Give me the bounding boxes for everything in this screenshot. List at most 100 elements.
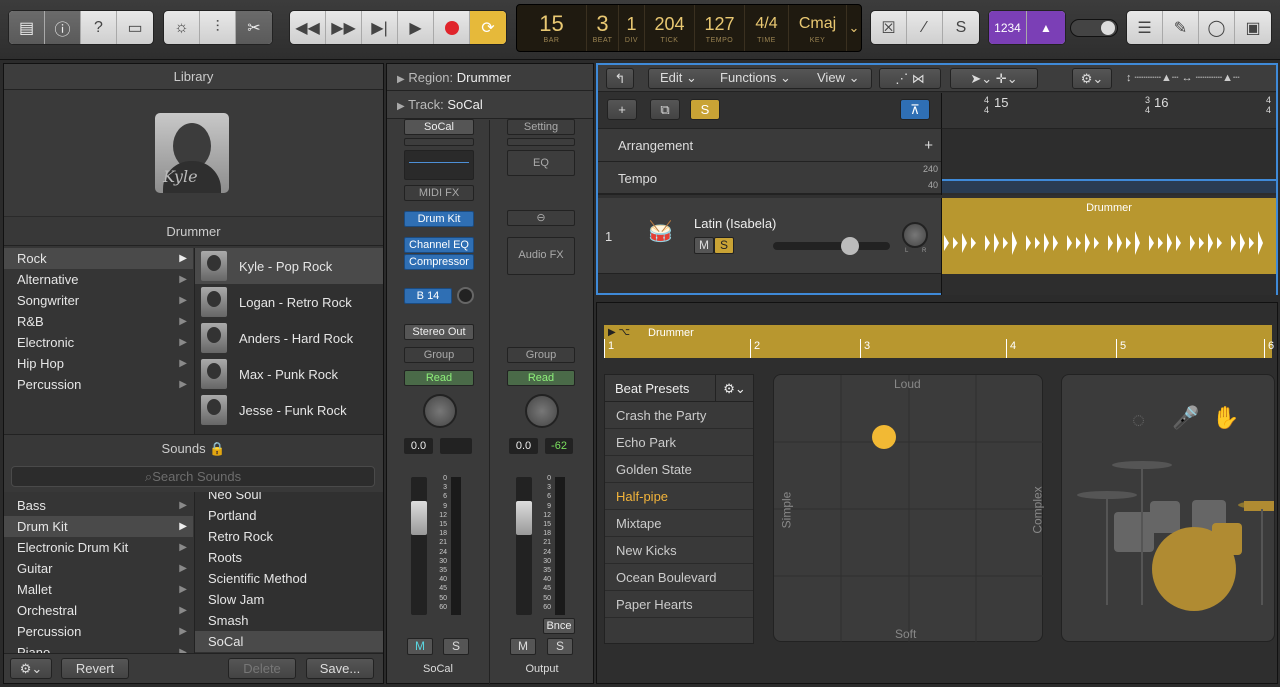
cycle-icon[interactable]: ⟳ bbox=[470, 11, 506, 44]
output-solo-button[interactable]: S bbox=[547, 638, 573, 655]
arrangement-track[interactable]: Arrangement + bbox=[598, 129, 941, 162]
add-track-button[interactable]: + bbox=[607, 99, 637, 120]
region-inspector-header[interactable]: ▶ Region: Drummer bbox=[387, 64, 593, 91]
note-pad-icon[interactable]: ✎ bbox=[1163, 11, 1199, 44]
track-solo-button[interactable]: S bbox=[714, 237, 734, 254]
group-slot[interactable]: Group bbox=[404, 347, 474, 363]
instrument-slot[interactable]: Drum Kit bbox=[404, 211, 474, 227]
drummer-item[interactable]: Anders - Hard Rock bbox=[195, 320, 383, 356]
kit-item[interactable]: Slow Jam bbox=[195, 589, 383, 610]
presets-gear-icon[interactable]: ⚙⌄ bbox=[715, 375, 753, 402]
zoom-sliders[interactable]: ↕ ┄┄┄┄▲┄ ↔ ┄┄┄┄▲┄ bbox=[1126, 71, 1270, 85]
genre-item[interactable]: Electronic ▶ bbox=[4, 332, 193, 353]
list-editors-icon[interactable]: ☰ bbox=[1127, 11, 1163, 44]
genre-item[interactable]: Songwriter ▶ bbox=[4, 290, 193, 311]
forward-icon[interactable]: ▶▶ bbox=[326, 11, 362, 44]
tempo-lane[interactable] bbox=[941, 162, 1276, 195]
inspector-icon[interactable]: ⓘ bbox=[45, 11, 81, 44]
duplicate-track-icon[interactable]: ⧉ bbox=[650, 99, 680, 120]
channel-setting-button[interactable]: SoCal bbox=[404, 119, 474, 135]
send-level-knob[interactable] bbox=[457, 287, 474, 304]
global-solo-button[interactable]: S bbox=[690, 99, 720, 120]
mute-button[interactable]: M bbox=[407, 638, 433, 655]
record-icon[interactable] bbox=[434, 11, 470, 44]
beat-preset-item[interactable]: Ocean Boulevard bbox=[605, 564, 753, 591]
edit-menu[interactable]: Edit ⌄ bbox=[660, 70, 697, 86]
link-icon[interactable]: ⊖ bbox=[507, 210, 575, 226]
shaker-icon[interactable]: 🎤 bbox=[1172, 405, 1199, 431]
kit-item[interactable]: Retro Rock bbox=[195, 526, 383, 547]
back-arrow-icon[interactable]: ↰ bbox=[606, 68, 634, 89]
beat-preset-item[interactable]: Mixtape bbox=[605, 510, 753, 537]
settings-gear-button[interactable]: ⚙⌄ bbox=[10, 658, 52, 679]
volume-fader[interactable] bbox=[411, 501, 427, 535]
tool-selector-icon[interactable]: ➤⌄ ✛⌄ bbox=[950, 68, 1038, 89]
snap-gear-icon[interactable]: ⚙⌄ bbox=[1072, 68, 1112, 89]
save-button[interactable]: Save... bbox=[306, 658, 374, 679]
kit-item[interactable]: SoCal bbox=[195, 631, 383, 652]
editors-icon[interactable]: ✂ bbox=[236, 11, 272, 44]
sound-category-item[interactable]: Electronic Drum Kit ▶ bbox=[4, 537, 193, 558]
eq-display[interactable] bbox=[404, 150, 474, 180]
region-play-icon[interactable]: ▶ ⌥ bbox=[608, 327, 630, 338]
track-pan-knob[interactable] bbox=[902, 222, 928, 248]
track-mute-button[interactable]: M bbox=[694, 237, 714, 254]
beat-preset-item[interactable]: New Kicks bbox=[605, 537, 753, 564]
output-group-slot[interactable]: Group bbox=[507, 347, 575, 363]
automation-tools-icon[interactable]: ⋰ ⋈ bbox=[879, 68, 941, 89]
complexity-loudness-pad[interactable]: Loud Soft Simple Complex bbox=[773, 374, 1045, 643]
view-menu[interactable]: View ⌄ bbox=[817, 70, 859, 86]
solo-button[interactable]: S bbox=[443, 638, 469, 655]
sound-category-item[interactable]: Piano ▶ bbox=[4, 642, 193, 653]
output-pan-knob[interactable] bbox=[525, 394, 559, 428]
editor-region-bar[interactable]: ▶ ⌥ Drummer 1 2 3 4 5 6 bbox=[604, 325, 1274, 358]
drum-kit-illustration[interactable] bbox=[1062, 445, 1275, 642]
smart-controls-icon[interactable]: ☼ bbox=[164, 11, 200, 44]
solo-mode-icon[interactable]: S bbox=[943, 11, 979, 44]
drummer-item[interactable]: Kyle - Pop Rock bbox=[195, 248, 383, 284]
audio-fx-slot-1[interactable]: Channel EQ bbox=[404, 237, 474, 253]
track-inspector-header[interactable]: ▶ Track: SoCal bbox=[387, 91, 593, 119]
kit-item[interactable]: Neo Soul bbox=[195, 492, 383, 505]
sound-category-item[interactable]: Guitar ▶ bbox=[4, 558, 193, 579]
drummer-region[interactable]: Drummer bbox=[941, 198, 1276, 274]
play-icon[interactable]: ▶ bbox=[398, 11, 434, 44]
toolbar-icon[interactable]: ▭ bbox=[117, 11, 153, 44]
output-audio-fx-slot[interactable]: Audio FX bbox=[507, 237, 575, 275]
output-slot[interactable]: Stereo Out bbox=[404, 324, 474, 340]
pan-knob[interactable] bbox=[423, 394, 457, 428]
sound-category-item[interactable]: Percussion ▶ bbox=[4, 621, 193, 642]
track-header[interactable]: 1 🥁 Latin (Isabela) M S L R bbox=[598, 198, 941, 274]
tuner-icon[interactable]: ⁄ bbox=[907, 11, 943, 44]
loop-browser-icon[interactable]: ◯ bbox=[1199, 11, 1235, 44]
sound-category-item[interactable]: Mallet ▶ bbox=[4, 579, 193, 600]
tempo-track[interactable]: Tempo 240 40 bbox=[598, 162, 941, 195]
sound-category-item[interactable]: Orchestral ▶ bbox=[4, 600, 193, 621]
kit-item[interactable]: Scientific Method bbox=[195, 568, 383, 589]
delete-button[interactable]: Delete bbox=[228, 658, 296, 679]
drummer-item[interactable]: Logan - Retro Rock bbox=[195, 284, 383, 320]
audio-fx-slot-2[interactable]: Compressor bbox=[404, 254, 474, 270]
beat-preset-item[interactable]: Crash the Party bbox=[605, 402, 753, 429]
xy-puck[interactable] bbox=[872, 425, 896, 449]
kit-item[interactable]: Portland bbox=[195, 505, 383, 526]
quick-help-icon[interactable]: ? bbox=[81, 11, 117, 44]
lcd-display[interactable]: 15 BAR 3 BEAT 1 DIV 204 TICK 127 TEMPO 4/4 TIM… bbox=[516, 4, 862, 52]
drummer-avatar[interactable]: Kyle bbox=[155, 113, 229, 193]
genre-item[interactable]: Percussion ▶ bbox=[4, 374, 193, 395]
count-in-button[interactable]: 1234 bbox=[989, 11, 1027, 44]
lcd-menu-chevron-icon[interactable]: ⌄ bbox=[847, 5, 861, 51]
beat-preset-item[interactable]: Echo Park bbox=[605, 429, 753, 456]
bounce-button[interactable]: Bnce bbox=[543, 618, 575, 634]
arrangement-lane[interactable] bbox=[941, 129, 1276, 162]
metronome-icon[interactable]: ▲ bbox=[1027, 11, 1065, 44]
midi-fx-slot[interactable]: MIDI FX bbox=[404, 185, 474, 201]
sound-category-item[interactable]: Bass ▶ bbox=[4, 495, 193, 516]
genre-item[interactable]: R&B ▶ bbox=[4, 311, 193, 332]
beat-preset-item[interactable]: Golden State bbox=[605, 456, 753, 483]
ruler[interactable]: 4 4 15 3 4 16 4 4 bbox=[941, 93, 1276, 129]
global-tracks-icon[interactable]: ⊼ bbox=[900, 99, 930, 120]
functions-menu[interactable]: Functions ⌄ bbox=[720, 70, 791, 86]
master-volume-slider[interactable] bbox=[1070, 19, 1118, 37]
output-setting-button[interactable]: Setting bbox=[507, 119, 575, 135]
